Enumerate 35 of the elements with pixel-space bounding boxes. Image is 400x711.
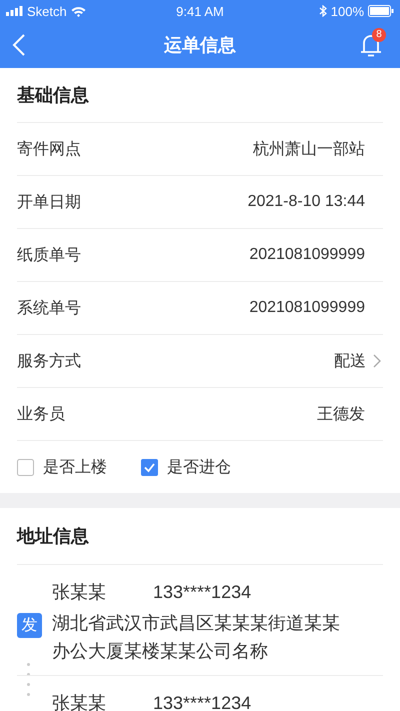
page-title: 运单信息 <box>164 34 236 57</box>
wifi-icon <box>70 6 86 16</box>
notification-badge: 8 <box>372 28 386 42</box>
field-label: 纸质单号 <box>17 246 81 266</box>
field-value: 2021-8-10 13:44 <box>248 193 365 211</box>
sender-tag: 发 <box>17 613 42 638</box>
dotted-connector <box>27 663 30 697</box>
checkbox-label: 是否进仓 <box>167 458 231 478</box>
bluetooth-icon <box>318 5 327 17</box>
back-icon[interactable] <box>12 33 26 57</box>
section-title: 基础信息 <box>17 84 89 107</box>
contact-phone: 133****1234 <box>153 582 252 602</box>
checkbox[interactable] <box>141 458 158 476</box>
contact-name: 张某某 <box>52 581 107 604</box>
contact-address: 湖北省武汉市武昌区某某某街道某某办公大厦某楼某某公司名称 <box>52 612 341 663</box>
checkbox[interactable] <box>17 458 34 476</box>
status-time: 9:41 AM <box>176 4 224 19</box>
checkbox-label: 是否上楼 <box>43 458 107 478</box>
section-title: 地址信息 <box>17 525 89 548</box>
field-value: 2021081099999 <box>249 299 365 317</box>
field-value: 王德发 <box>317 404 365 424</box>
field-label: 寄件网点 <box>17 140 81 160</box>
field-label: 服务方式 <box>17 352 81 372</box>
contact-phone: 133****1234 <box>153 692 252 711</box>
field-label: 开单日期 <box>17 192 81 212</box>
signal-icon <box>6 6 23 16</box>
field-value: 杭州萧山一部站 <box>253 140 365 160</box>
field-label: 系统单号 <box>17 298 81 318</box>
battery-icon <box>368 5 394 17</box>
field-value: 2021081099999 <box>249 246 365 264</box>
field-label: 业务员 <box>17 404 65 424</box>
field-value[interactable]: 配送 <box>334 350 366 372</box>
carrier-name: Sketch <box>27 4 67 18</box>
battery-level: 100% <box>330 4 364 18</box>
chevron-icon[interactable] <box>373 354 381 368</box>
